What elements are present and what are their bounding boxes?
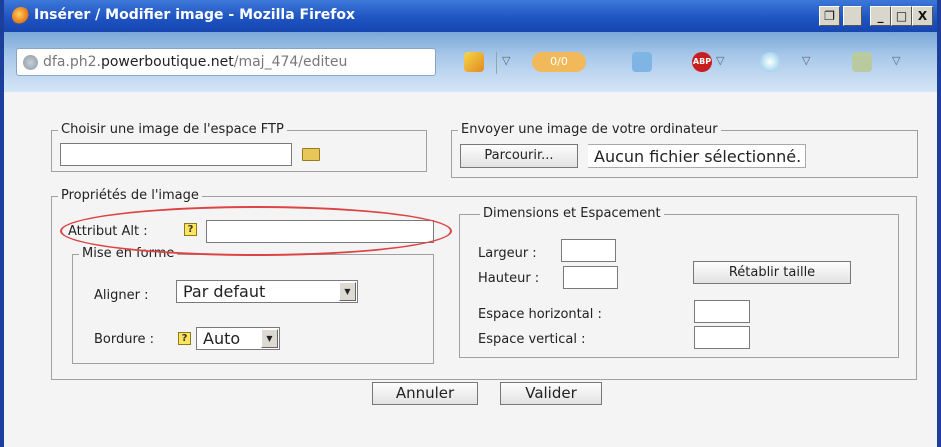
globe-icon[interactable] — [760, 52, 780, 72]
upload-legend: Envoyer une image de votre ordinateur — [458, 122, 721, 137]
vspace-input[interactable] — [694, 326, 750, 349]
chevron-down-icon[interactable]: ▼ — [261, 329, 278, 348]
close-button[interactable]: X — [912, 6, 933, 26]
url-path: /maj_474/editeu — [233, 54, 348, 70]
chevron-down-icon[interactable]: ▽ — [716, 54, 724, 67]
align-select[interactable]: Par defaut ▼ — [176, 280, 358, 303]
border-select[interactable]: Auto ▼ — [196, 327, 280, 350]
title-bar[interactable]: Insérer / Modifier image - Mozilla Firef… — [4, 0, 937, 32]
no-file-text: Aucun fichier sélectionné. — [588, 144, 807, 168]
chevron-down-icon[interactable]: ▼ — [339, 282, 356, 301]
grid-icon[interactable] — [632, 52, 652, 72]
vspace-label: Espace vertical : — [478, 332, 586, 347]
hspace-label: Espace horizontal : — [478, 307, 602, 322]
ok-button[interactable]: Valider — [500, 382, 602, 405]
stop-button[interactable] — [843, 6, 862, 26]
help-icon[interactable]: ? — [178, 332, 191, 345]
border-label: Bordure : — [94, 332, 155, 347]
url-field[interactable]: dfa.ph2.powerboutique.net/maj_474/editeu — [16, 48, 436, 76]
dimensions-legend: Dimensions et Espacement — [480, 206, 664, 221]
width-label: Largeur : — [478, 246, 537, 261]
folder-open-icon[interactable] — [302, 148, 320, 161]
align-value: Par defaut — [183, 282, 266, 301]
ftp-legend: Choisir une image de l'espace FTP — [58, 122, 287, 137]
url-domain: powerboutique.net — [100, 54, 234, 70]
minimize-button[interactable]: _ — [870, 6, 891, 26]
height-label: Hauteur : — [478, 271, 540, 286]
maximize-button[interactable]: □ — [891, 6, 912, 26]
ftp-path-input[interactable] — [60, 143, 292, 166]
window-title: Insérer / Modifier image - Mozilla Firef… — [34, 7, 356, 23]
dialog-window: Insérer / Modifier image - Mozilla Firef… — [0, 0, 941, 447]
hspace-input[interactable] — [694, 300, 750, 323]
navigation-toolbar: dfa.ph2.powerboutique.net/maj_474/editeu… — [4, 32, 937, 92]
reset-size-button[interactable]: Rétablir taille — [693, 261, 851, 284]
cancel-button[interactable]: Annuler — [372, 382, 478, 405]
site-globe-icon — [23, 55, 38, 70]
dialog-content: Choisir une image de l'espace FTP Envoye… — [4, 92, 937, 447]
adblock-icon[interactable]: ABP — [692, 52, 712, 72]
highlight-ellipse — [60, 206, 452, 256]
width-input[interactable] — [561, 239, 616, 262]
align-label: Aligner : — [94, 288, 149, 303]
chevron-down-icon[interactable]: ▽ — [502, 54, 510, 67]
tools-icon[interactable] — [852, 52, 872, 72]
properties-legend: Propriétés de l'image — [58, 188, 202, 203]
border-value: Auto — [203, 329, 241, 348]
url-prefix: dfa.ph2. — [43, 54, 101, 70]
chevron-down-icon[interactable]: ▽ — [892, 54, 900, 67]
restore-button[interactable]: ❐ — [819, 6, 840, 26]
browse-button[interactable]: Parcourir... — [460, 144, 578, 168]
height-input[interactable] — [563, 266, 618, 289]
addon-counter-icon[interactable]: 0/0 — [532, 52, 586, 72]
pencil-icon[interactable] — [464, 52, 484, 72]
firefox-icon — [12, 7, 30, 25]
chevron-down-icon[interactable]: ▽ — [802, 54, 810, 67]
